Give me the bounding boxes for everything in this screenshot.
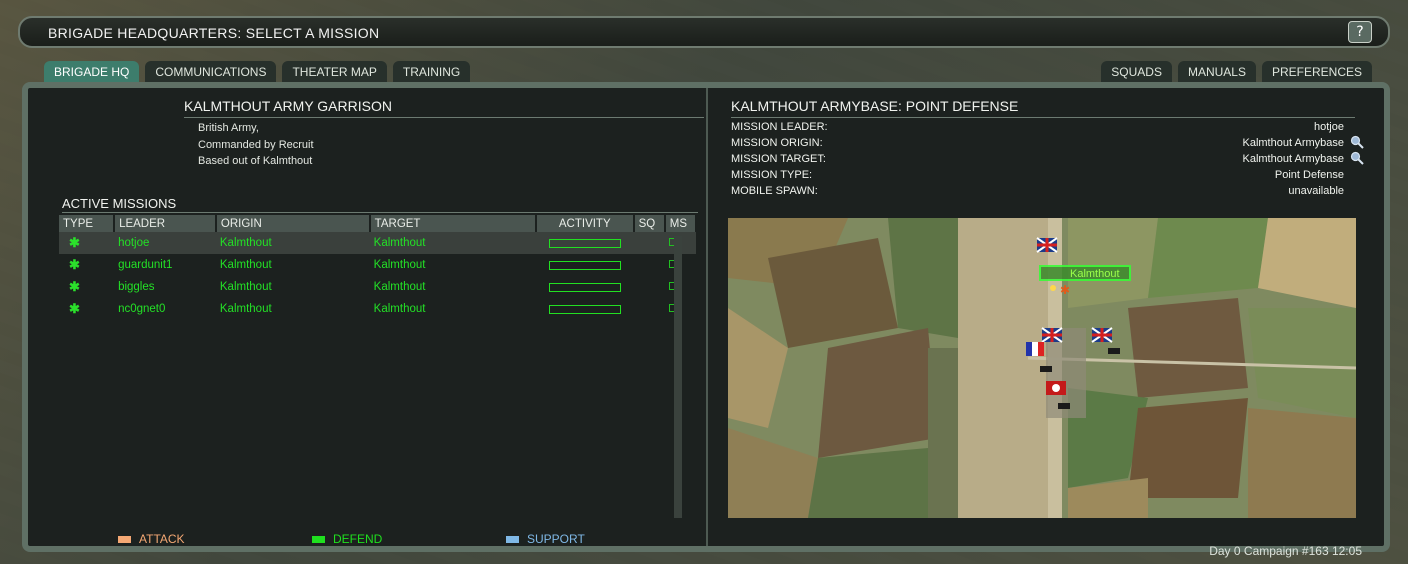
legend-attack-label: ATTACK (139, 532, 185, 546)
defend-soldier-icon: ✱ (69, 301, 80, 316)
secondary-tabs: SQUADS MANUALS PREFERENCES (1101, 61, 1372, 83)
legend-support: SUPPORT (506, 532, 585, 546)
row-leader: hotjoe (114, 232, 216, 254)
col-ms[interactable]: MS (664, 215, 698, 232)
mission-origin-value: Kalmthout Armybase (1242, 137, 1345, 149)
garrison-divider (184, 117, 704, 118)
french-flag-icon (1026, 342, 1032, 356)
row-target: Kalmthout (373, 281, 426, 293)
table-row[interactable]: ✱ guardunit1 Kalmthout Kalmthout (59, 254, 696, 276)
missions-scrollbar[interactable] (674, 236, 682, 518)
mission-type-value: Point Defense (1274, 169, 1344, 181)
active-missions-title: ACTIVE MISSIONS (62, 196, 177, 211)
origin-search-icon[interactable] (1350, 135, 1364, 149)
garrison-title: KALMTHOUT ARMY GARRISON (184, 98, 392, 114)
table-row[interactable]: ✱ biggles Kalmthout Kalmthout (59, 276, 696, 298)
title-bar: BRIGADE HEADQUARTERS: SELECT A MISSION ? (18, 16, 1390, 48)
tab-preferences[interactable]: PREFERENCES (1261, 61, 1372, 83)
legend-support-label: SUPPORT (527, 532, 585, 546)
col-target[interactable]: TARGET (369, 215, 537, 232)
row-origin: Kalmthout (219, 303, 272, 315)
row-origin: Kalmthout (215, 232, 370, 254)
col-sq[interactable]: SQ (633, 215, 666, 232)
attack-swatch (118, 535, 131, 543)
table-row[interactable]: ✱ hotjoe Kalmthout Kalmthout (59, 232, 696, 254)
tab-training[interactable]: TRAINING (392, 61, 471, 83)
row-leader: guardunit1 (118, 259, 173, 271)
defend-soldier-icon: ✱ (69, 235, 80, 250)
map-terrain: Kalmthout ✱ (728, 218, 1356, 518)
mission-leader-label: MISSION LEADER: (731, 121, 828, 133)
tab-brigade-hq[interactable]: BRIGADE HQ (44, 61, 140, 83)
legend-attack: ATTACK (118, 532, 185, 546)
tab-manuals[interactable]: MANUALS (1177, 61, 1256, 83)
legend-defend-label: DEFEND (333, 532, 383, 546)
mission-title: KALMTHOUT ARMYBASE: POINT DEFENSE (731, 98, 1019, 114)
garrison-base: Based out of Kalmthout (198, 155, 313, 167)
row-target: Kalmthout (373, 303, 426, 315)
support-swatch (506, 535, 519, 543)
row-leader: biggles (118, 281, 155, 293)
defend-soldier-icon: ✱ (69, 257, 80, 272)
mission-target-value: Kalmthout Armybase (1242, 153, 1345, 165)
activity-bar (548, 260, 621, 270)
defend-swatch (312, 535, 325, 543)
map-objective-label: Kalmthout (1070, 268, 1120, 280)
row-origin: Kalmthout (219, 259, 272, 271)
primary-tabs: BRIGADE HQ COMMUNICATIONS THEATER MAP TR… (44, 61, 471, 83)
mission-map[interactable]: Kalmthout ✱ (728, 218, 1356, 518)
missions-table: TYPE LEADER ORIGIN TARGET ACTIVITY SQ MS… (59, 215, 698, 320)
main-panel: KALMTHOUT ARMY GARRISON British Army, Co… (22, 82, 1390, 552)
mobile-spawn-value: unavailable (1288, 185, 1344, 197)
active-missions-divider (62, 212, 698, 213)
row-target: Kalmthout (369, 232, 536, 254)
mission-leader-value: hotjoe (1314, 121, 1344, 133)
row-origin: Kalmthout (219, 281, 272, 293)
mobile-spawn-label: MOBILE SPAWN: (731, 185, 818, 197)
col-activity[interactable]: ACTIVITY (535, 215, 635, 232)
activity-bar (548, 282, 621, 292)
col-leader[interactable]: LEADER (114, 215, 217, 232)
tab-squads[interactable]: SQUADS (1101, 61, 1172, 83)
tab-communications[interactable]: COMMUNICATIONS (145, 61, 277, 83)
mission-type-label: MISSION TYPE: (731, 169, 813, 181)
page-title: BRIGADE HEADQUARTERS: SELECT A MISSION (48, 25, 380, 41)
col-origin[interactable]: ORIGIN (215, 215, 371, 232)
activity-bar (548, 238, 621, 248)
spawn-marker-icon (1050, 285, 1056, 291)
legend-defend: DEFEND (312, 532, 382, 546)
panel-divider (706, 88, 708, 546)
help-button[interactable]: ? (1348, 21, 1372, 43)
attacker-marker-icon: ✱ (1060, 283, 1070, 297)
garrison-army: British Army, (198, 122, 259, 134)
defend-soldier-icon: ✱ (69, 279, 80, 294)
campaign-status: Day 0 Campaign #163 12:05 (1209, 544, 1362, 558)
col-type[interactable]: TYPE (59, 215, 116, 232)
table-row[interactable]: ✱ nc0gnet0 Kalmthout Kalmthout (59, 298, 696, 320)
garrison-commander: Commanded by Recruit (198, 139, 314, 151)
activity-bar (548, 304, 621, 314)
mission-origin-label: MISSION ORIGIN: (731, 137, 823, 149)
tab-theater-map[interactable]: THEATER MAP (282, 61, 387, 83)
target-search-icon[interactable] (1350, 151, 1364, 165)
row-target: Kalmthout (373, 259, 426, 271)
row-leader: nc0gnet0 (118, 303, 166, 315)
mission-divider (731, 117, 1355, 118)
mission-target-label: MISSION TARGET: (731, 153, 826, 165)
